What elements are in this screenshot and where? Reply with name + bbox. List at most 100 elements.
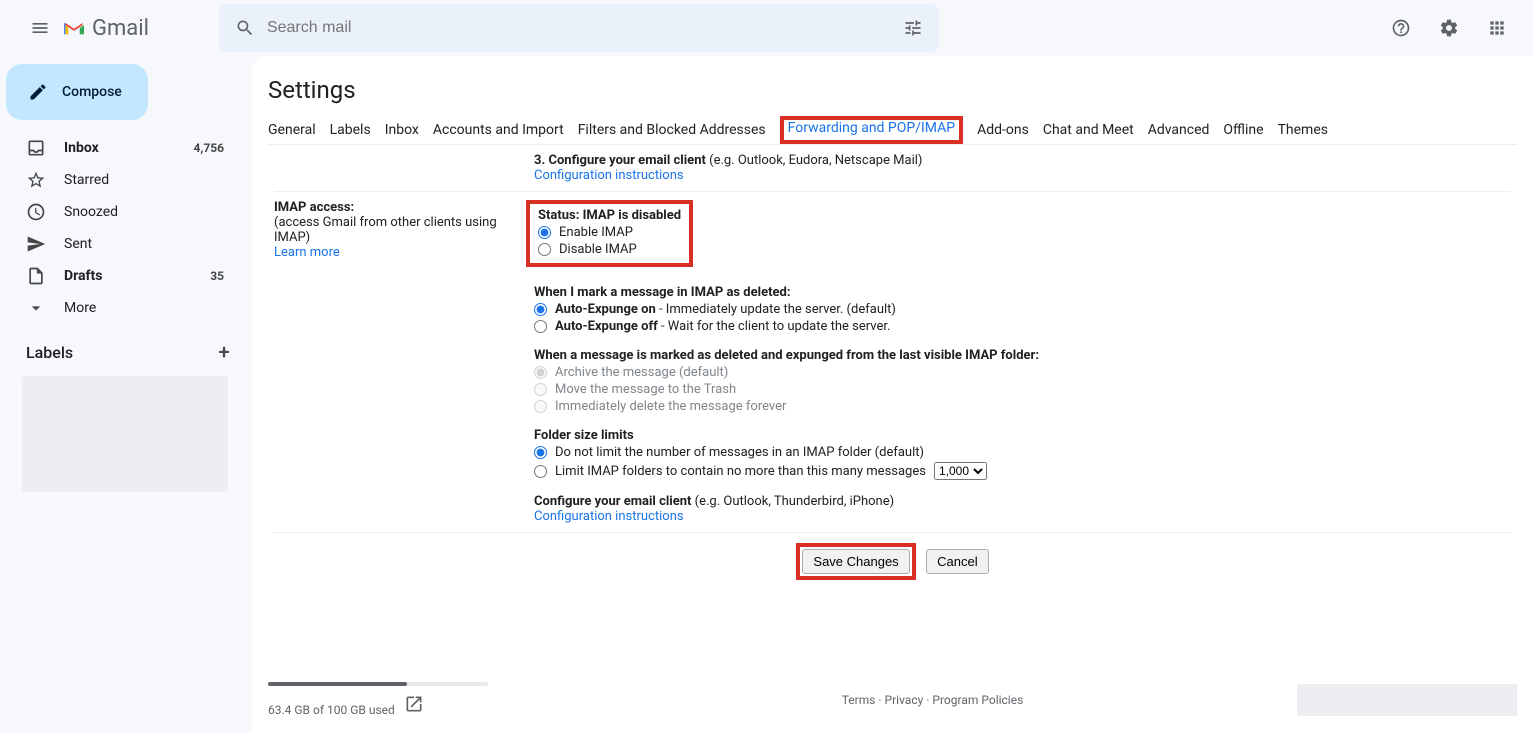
tab-accounts[interactable]: Accounts and Import — [433, 116, 564, 144]
search-input[interactable] — [257, 19, 901, 37]
labels-title: Labels — [26, 343, 73, 362]
tab-offline[interactable]: Offline — [1223, 116, 1263, 144]
policies-link[interactable]: Program Policies — [932, 693, 1023, 707]
configure-client-extra: (e.g. Outlook, Thunderbird, iPhone) — [691, 494, 894, 509]
compose-button[interactable]: Compose — [6, 64, 148, 120]
privacy-link[interactable]: Privacy — [885, 693, 924, 707]
sidebar-item-inbox[interactable]: Inbox 4,756 — [0, 132, 236, 164]
auto-expunge-on-label: Auto-Expunge on - Immediately update the… — [555, 302, 896, 317]
enable-imap-label: Enable IMAP — [559, 225, 633, 240]
star-icon — [26, 170, 46, 190]
gmail-logo[interactable]: Gmail — [64, 16, 149, 41]
tab-chat[interactable]: Chat and Meet — [1043, 116, 1134, 144]
starred-label: Starred — [64, 172, 224, 188]
limit-label: Limit IMAP folders to contain no more th… — [555, 464, 926, 479]
inbox-count: 4,756 — [194, 141, 225, 155]
auto-expunge-off-row[interactable]: Auto-Expunge off - Wait for the client t… — [534, 319, 1511, 334]
auto-expunge-off-label: Auto-Expunge off - Wait for the client t… — [555, 319, 890, 334]
sidebar-item-more[interactable]: More — [0, 292, 236, 324]
add-label-button[interactable]: + — [212, 340, 236, 364]
open-storage-icon[interactable] — [404, 703, 424, 717]
imap-learn-more[interactable]: Learn more — [274, 245, 504, 260]
no-limit-row[interactable]: Do not limit the number of messages in a… — [534, 445, 1511, 460]
more-label: More — [64, 300, 224, 316]
header-actions — [1381, 8, 1517, 48]
hamburger-icon — [30, 18, 50, 38]
imap-config-link[interactable]: Configuration instructions — [534, 509, 1511, 524]
imap-content: Status: IMAP is disabled Enable IMAP Dis… — [534, 200, 1511, 524]
main-menu-button[interactable] — [16, 4, 64, 52]
tab-advanced[interactable]: Advanced — [1148, 116, 1210, 144]
tab-labels[interactable]: Labels — [330, 116, 371, 144]
storage-text: 63.4 GB of 100 GB used — [268, 703, 395, 717]
footer: 63.4 GB of 100 GB used Terms · Privacy ·… — [268, 674, 1517, 733]
settings-panel: Settings General Labels Inbox Accounts a… — [252, 56, 1533, 733]
configure-client-header: Configure your email client — [534, 494, 691, 509]
pop-step3: 3. Configure your email client — [534, 153, 706, 168]
disable-imap-row[interactable]: Disable IMAP — [538, 242, 681, 257]
tab-general[interactable]: General — [268, 116, 316, 144]
main-area: Compose Inbox 4,756 Starred Snoozed Sent… — [0, 56, 1533, 733]
search-icon[interactable] — [233, 16, 257, 40]
imap-desc: (access Gmail from other clients using I… — [274, 215, 504, 245]
auto-expunge-off-radio[interactable] — [534, 320, 547, 333]
settings-title: Settings — [268, 72, 1517, 116]
apps-button[interactable] — [1477, 8, 1517, 48]
support-button[interactable] — [1381, 8, 1421, 48]
chevron-down-icon — [26, 298, 46, 318]
sidebar-item-sent[interactable]: Sent — [0, 228, 236, 260]
imap-label: IMAP access: — [274, 200, 504, 215]
terms-link[interactable]: Terms — [842, 693, 876, 707]
tab-inbox[interactable]: Inbox — [385, 116, 419, 144]
archive-label: Archive the message (default) — [555, 365, 728, 380]
sidebar-item-starred[interactable]: Starred — [0, 164, 236, 196]
imap-status: Status: IMAP is disabled — [538, 208, 681, 223]
labels-header: Labels + — [0, 324, 252, 368]
sidebar: Compose Inbox 4,756 Starred Snoozed Sent… — [0, 56, 252, 733]
archive-row: Archive the message (default) — [534, 365, 1511, 380]
apps-grid-icon — [1487, 18, 1507, 38]
imap-status-highlight: Status: IMAP is disabled Enable IMAP Dis… — [526, 200, 693, 267]
save-changes-button[interactable]: Save Changes — [802, 549, 909, 574]
tab-filters[interactable]: Filters and Blocked Addresses — [578, 116, 766, 144]
tab-addons[interactable]: Add-ons — [977, 116, 1029, 144]
help-icon — [1391, 18, 1411, 38]
sidebar-item-snoozed[interactable]: Snoozed — [0, 196, 236, 228]
settings-tabs: General Labels Inbox Accounts and Import… — [268, 116, 1517, 145]
no-limit-radio[interactable] — [534, 446, 547, 459]
limit-select[interactable]: 1,000 — [934, 462, 987, 480]
drafts-count: 35 — [210, 269, 224, 283]
imap-section: IMAP access: (access Gmail from other cl… — [274, 192, 1511, 533]
delete-forever-radio — [534, 400, 547, 413]
auto-expunge-on-row[interactable]: Auto-Expunge on - Immediately update the… — [534, 302, 1511, 317]
limit-row[interactable]: Limit IMAP folders to contain no more th… — [534, 462, 1511, 480]
no-limit-label: Do not limit the number of messages in a… — [555, 445, 924, 460]
enable-imap-radio[interactable] — [538, 226, 551, 239]
sidebar-item-drafts[interactable]: Drafts 35 — [0, 260, 236, 292]
pop-config-link[interactable]: Configuration instructions — [534, 168, 1511, 183]
storage-info: 63.4 GB of 100 GB used — [268, 682, 568, 717]
search-bar[interactable] — [219, 4, 939, 52]
disable-imap-radio[interactable] — [538, 243, 551, 256]
search-options-icon[interactable] — [901, 16, 925, 40]
trash-radio — [534, 383, 547, 396]
settings-button[interactable] — [1429, 8, 1469, 48]
tab-forwarding[interactable]: Forwarding and POP/IMAP — [788, 114, 955, 142]
trash-row: Move the message to the Trash — [534, 382, 1511, 397]
sent-label: Sent — [64, 236, 224, 252]
enable-imap-row[interactable]: Enable IMAP — [538, 225, 681, 240]
gmail-logo-icon — [64, 18, 84, 38]
storage-fill — [268, 682, 407, 686]
pop-step3-extra: (e.g. Outlook, Eudora, Netscape Mail) — [706, 153, 923, 168]
pop-section-tail: 3. Configure your email client (e.g. Out… — [274, 145, 1511, 192]
tab-themes[interactable]: Themes — [1278, 116, 1328, 144]
limit-radio[interactable] — [534, 465, 547, 478]
app-header: Gmail — [0, 0, 1533, 56]
cancel-button[interactable]: Cancel — [926, 549, 988, 574]
inbox-label: Inbox — [64, 140, 194, 156]
delete-forever-row: Immediately delete the message forever — [534, 399, 1511, 414]
archive-radio — [534, 366, 547, 379]
auto-expunge-on-radio[interactable] — [534, 303, 547, 316]
clock-icon — [26, 202, 46, 222]
delete-forever-label: Immediately delete the message forever — [555, 399, 786, 414]
